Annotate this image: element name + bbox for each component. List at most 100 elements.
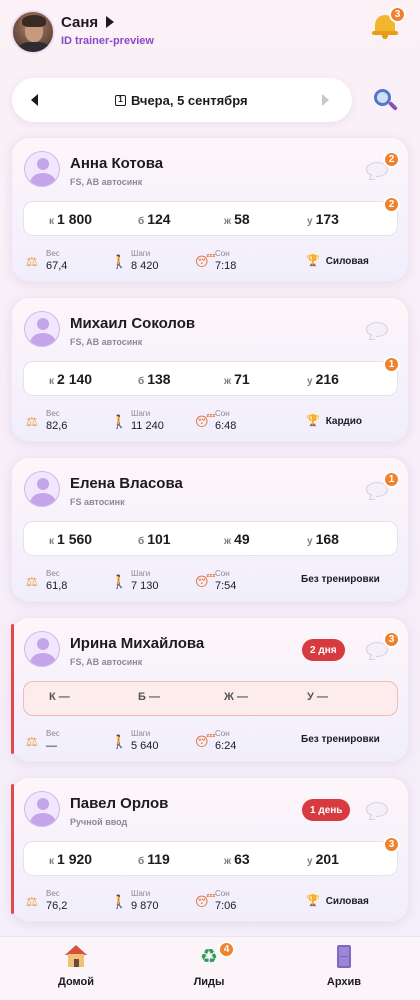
training-status: Без тренировки — [301, 574, 380, 585]
user-name[interactable]: Саня — [61, 14, 98, 31]
steps-label: Шаги — [131, 569, 151, 578]
macro-label: к — [49, 856, 55, 867]
macro-kcal: к1 920 — [49, 851, 92, 867]
nav-archive-label: Архив — [326, 976, 362, 988]
macro-label: ж — [224, 536, 232, 547]
weight-label: Вес — [46, 729, 60, 738]
macro-protein: б 138 — [138, 371, 171, 387]
weight-value: — — [46, 740, 57, 752]
nav-leads[interactable]: ♻ Лиды — [169, 945, 249, 988]
leads-badge: 4 — [218, 941, 235, 958]
home-icon — [64, 945, 88, 969]
client-name[interactable]: Ирина Михайлова — [70, 635, 204, 652]
date-label[interactable]: Вчера, 5 сентября — [131, 93, 248, 108]
weight-label: Вес — [46, 569, 60, 578]
nav-archive[interactable]: Архив — [304, 945, 384, 988]
sleep-icon: 😴 — [195, 574, 216, 589]
macro-label: б — [138, 376, 145, 387]
macro-carbs: у 201 — [307, 851, 339, 867]
macros-row[interactable]: к1 800 б 124 ж 58 у 173 — [23, 201, 398, 236]
sleep-value: 7:18 — [215, 260, 237, 272]
macro-label: к — [49, 376, 55, 387]
macro-carbs: У — — [307, 691, 328, 703]
missed-days-badge: 1 день — [302, 799, 351, 821]
macro-fat: ж 58 — [224, 211, 250, 227]
macro-protein: Б — — [138, 691, 160, 703]
walking-icon: 🚶 — [111, 574, 128, 589]
sleep-icon: 😴 — [195, 734, 216, 749]
macro-value: 138 — [147, 371, 171, 387]
client-card[interactable]: Ирина Михайлова FS, AB автосинк 2 дня 3 К — Б… — [11, 617, 409, 762]
steps-label: Шаги — [131, 889, 151, 898]
client-name[interactable]: Анна Котова — [70, 155, 163, 172]
macro-kcal: к1 800 — [49, 211, 92, 227]
walking-icon: 🚶 — [111, 254, 128, 269]
nav-home[interactable]: Домой — [36, 945, 116, 988]
weight-value: 61,8 — [46, 580, 68, 592]
sleep-value: 6:24 — [215, 740, 237, 752]
macro-carbs: у 168 — [307, 531, 339, 547]
macro-protein: б 101 — [138, 531, 171, 547]
macros-row[interactable]: к1 560 б 101 ж 49 у 168 — [23, 521, 398, 556]
client-source: FS, AB автосинк — [70, 337, 143, 347]
client-card[interactable]: Михаил Соколов FS, AB автосинк к 2 140 б 138 ж… — [11, 297, 409, 442]
chat-icon[interactable] — [366, 802, 388, 817]
macro-protein: б 119 — [138, 851, 170, 867]
walking-icon: 🚶 — [111, 894, 128, 909]
client-name[interactable]: Елена Власова — [70, 475, 183, 492]
macro-value: 216 — [315, 371, 339, 387]
client-card[interactable]: Елена Власова FS автосинк 1 к 1 560 б 101 ж 49 у 1… — [11, 457, 409, 602]
chat-badge: 3 — [383, 631, 400, 648]
weight-value: 76,2 — [46, 900, 68, 912]
macro-badge: 2 — [383, 196, 400, 213]
macro-value: 201 — [315, 851, 339, 867]
macro-label: у — [307, 376, 313, 387]
macros-row[interactable]: К — Б — Ж — У — — [23, 681, 398, 716]
client-name[interactable]: Михаил Соколов — [70, 315, 195, 332]
client-card[interactable]: Павел Орлов Ручной ввод 1 день к 1 920 б 119 ж 6… — [11, 777, 409, 922]
chat-icon[interactable] — [366, 322, 388, 337]
macro-label: у — [307, 536, 313, 547]
date-selector: 1 Вчера, 5 сентября — [12, 78, 352, 122]
scale-icon: ⚖ — [26, 574, 38, 589]
macro-fat: Ж — — [224, 691, 248, 703]
weight-value: 67,4 — [46, 260, 68, 272]
walking-icon: 🚶 — [111, 734, 128, 749]
prev-day-button[interactable] — [31, 94, 38, 106]
client-card[interactable]: Анна Котова FS, AB автосинк 2 к 1 800 б 124 ж 58… — [11, 137, 409, 282]
client-avatar — [24, 311, 60, 347]
macro-value: 119 — [147, 851, 170, 867]
client-name[interactable]: Павел Орлов — [70, 795, 168, 812]
sleep-label: Сон — [215, 249, 230, 258]
caret-right-icon[interactable] — [106, 16, 114, 28]
sleep-value: 7:54 — [215, 580, 237, 592]
training-status: 🏆 Силовая — [306, 254, 369, 267]
macro-label: б — [138, 536, 145, 547]
macros-row[interactable]: к1 920 б 119 ж 63 у 201 — [23, 841, 398, 876]
search-icon[interactable] — [372, 88, 398, 114]
sleep-label: Сон — [215, 889, 230, 898]
macro-value: 168 — [315, 531, 339, 547]
steps-label: Шаги — [131, 409, 151, 418]
macro-label: ж — [224, 376, 232, 387]
client-avatar — [24, 471, 60, 507]
macro-label: к — [49, 536, 55, 547]
next-day-button[interactable] — [322, 94, 329, 106]
macro-fat: ж 49 — [224, 531, 250, 547]
weight-label: Вес — [46, 249, 60, 258]
user-avatar[interactable] — [11, 10, 55, 54]
macro-label: ж — [224, 856, 232, 867]
client-source: FS, AB автосинк — [70, 657, 143, 667]
macros-row[interactable]: к2 140 б 138 ж 71 у 216 — [23, 361, 398, 396]
macro-label: б — [138, 216, 145, 227]
training-label: Без тренировки — [301, 734, 380, 745]
sleep-label: Сон — [215, 569, 230, 578]
macro-value: 2 140 — [57, 371, 93, 387]
training-status: 🏆 Силовая — [306, 894, 369, 907]
sleep-value: 7:06 — [215, 900, 237, 912]
macro-kcal: к2 140 — [49, 371, 92, 387]
steps-value: 11 240 — [131, 420, 164, 432]
nav-leads-label: Лиды — [193, 976, 225, 988]
sleep-icon: 😴 — [195, 894, 216, 909]
bottom-nav: Домой ♻ Лиды 4 Архив — [0, 936, 420, 1000]
